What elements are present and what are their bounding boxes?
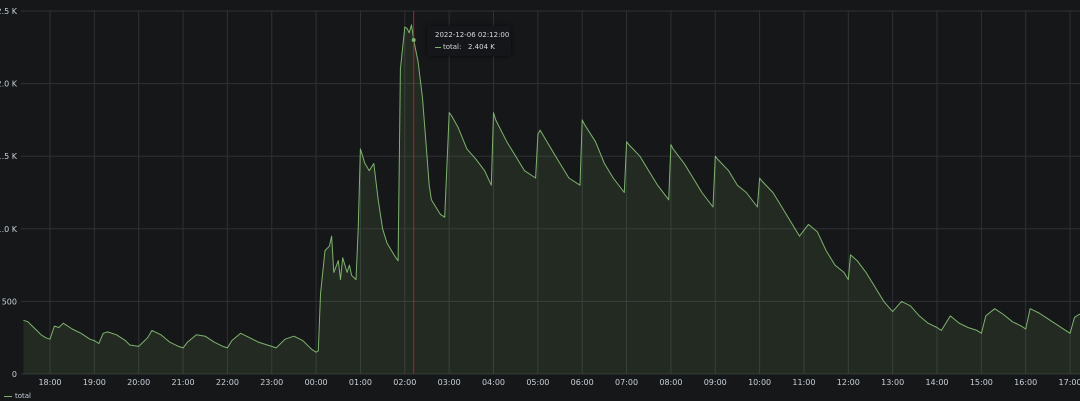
legend-swatch-total — [4, 395, 12, 397]
x-tick-label: 20:00 — [127, 378, 150, 387]
x-tick-label: 21:00 — [172, 378, 195, 387]
x-tick-label: 17:00 — [1059, 378, 1080, 387]
hover-point — [411, 38, 416, 43]
x-tick-label: 18:00 — [38, 378, 61, 387]
tooltip-series-label: total: — [443, 43, 462, 51]
series-area-total — [23, 24, 1080, 374]
tooltip-series-value: 2.404 K — [468, 43, 495, 51]
tooltip-series-swatch — [435, 46, 441, 48]
x-tick-label: 07:00 — [615, 378, 638, 387]
x-tick-label: 04:00 — [482, 378, 505, 387]
x-tick-label: 12:00 — [837, 378, 860, 387]
y-tick-label: 1.5 K — [0, 152, 18, 161]
x-tick-label: 05:00 — [526, 378, 549, 387]
x-tick-label: 00:00 — [305, 378, 328, 387]
tooltip-series-row: total: 2.404 K — [435, 43, 495, 51]
x-tick-label: 22:00 — [216, 378, 239, 387]
x-tick-label: 11:00 — [792, 378, 815, 387]
legend[interactable]: total — [4, 392, 31, 400]
y-tick-label: 1.0 K — [0, 225, 18, 234]
x-tick-label: 02:00 — [393, 378, 416, 387]
x-tick-label: 19:00 — [83, 378, 106, 387]
x-tick-label: 23:00 — [260, 378, 283, 387]
hover-tooltip: 2022-12-06 02:12:00 total: 2.404 K — [427, 26, 511, 56]
tooltip-time: 2022-12-06 02:12:00 — [435, 31, 510, 39]
x-tick-label: 01:00 — [349, 378, 372, 387]
y-tick-label: 2.0 K — [0, 80, 18, 89]
x-tick-label: 13:00 — [881, 378, 904, 387]
graph-panel: 0 500 1.0 K 1.5 K 2.0 K 2.5 K 18:00 19:00 20:00 2… — [0, 0, 1080, 401]
x-tick-label: 14:00 — [925, 378, 948, 387]
legend-label-total[interactable]: total — [15, 392, 31, 400]
x-tick-label: 15:00 — [970, 378, 993, 387]
x-tick-label: 09:00 — [704, 378, 727, 387]
area-chart[interactable]: 0 500 1.0 K 1.5 K 2.0 K 2.5 K 18:00 19:00 20:00 2… — [0, 0, 1080, 401]
y-tick-label: 0 — [12, 370, 17, 379]
y-tick-label: 500 — [2, 297, 17, 306]
x-tick-label: 08:00 — [659, 378, 682, 387]
y-tick-label: 2.5 K — [0, 7, 18, 16]
x-tick-label: 06:00 — [571, 378, 594, 387]
x-tick-label: 03:00 — [438, 378, 461, 387]
x-tick-label: 10:00 — [748, 378, 771, 387]
x-tick-label: 16:00 — [1014, 378, 1037, 387]
